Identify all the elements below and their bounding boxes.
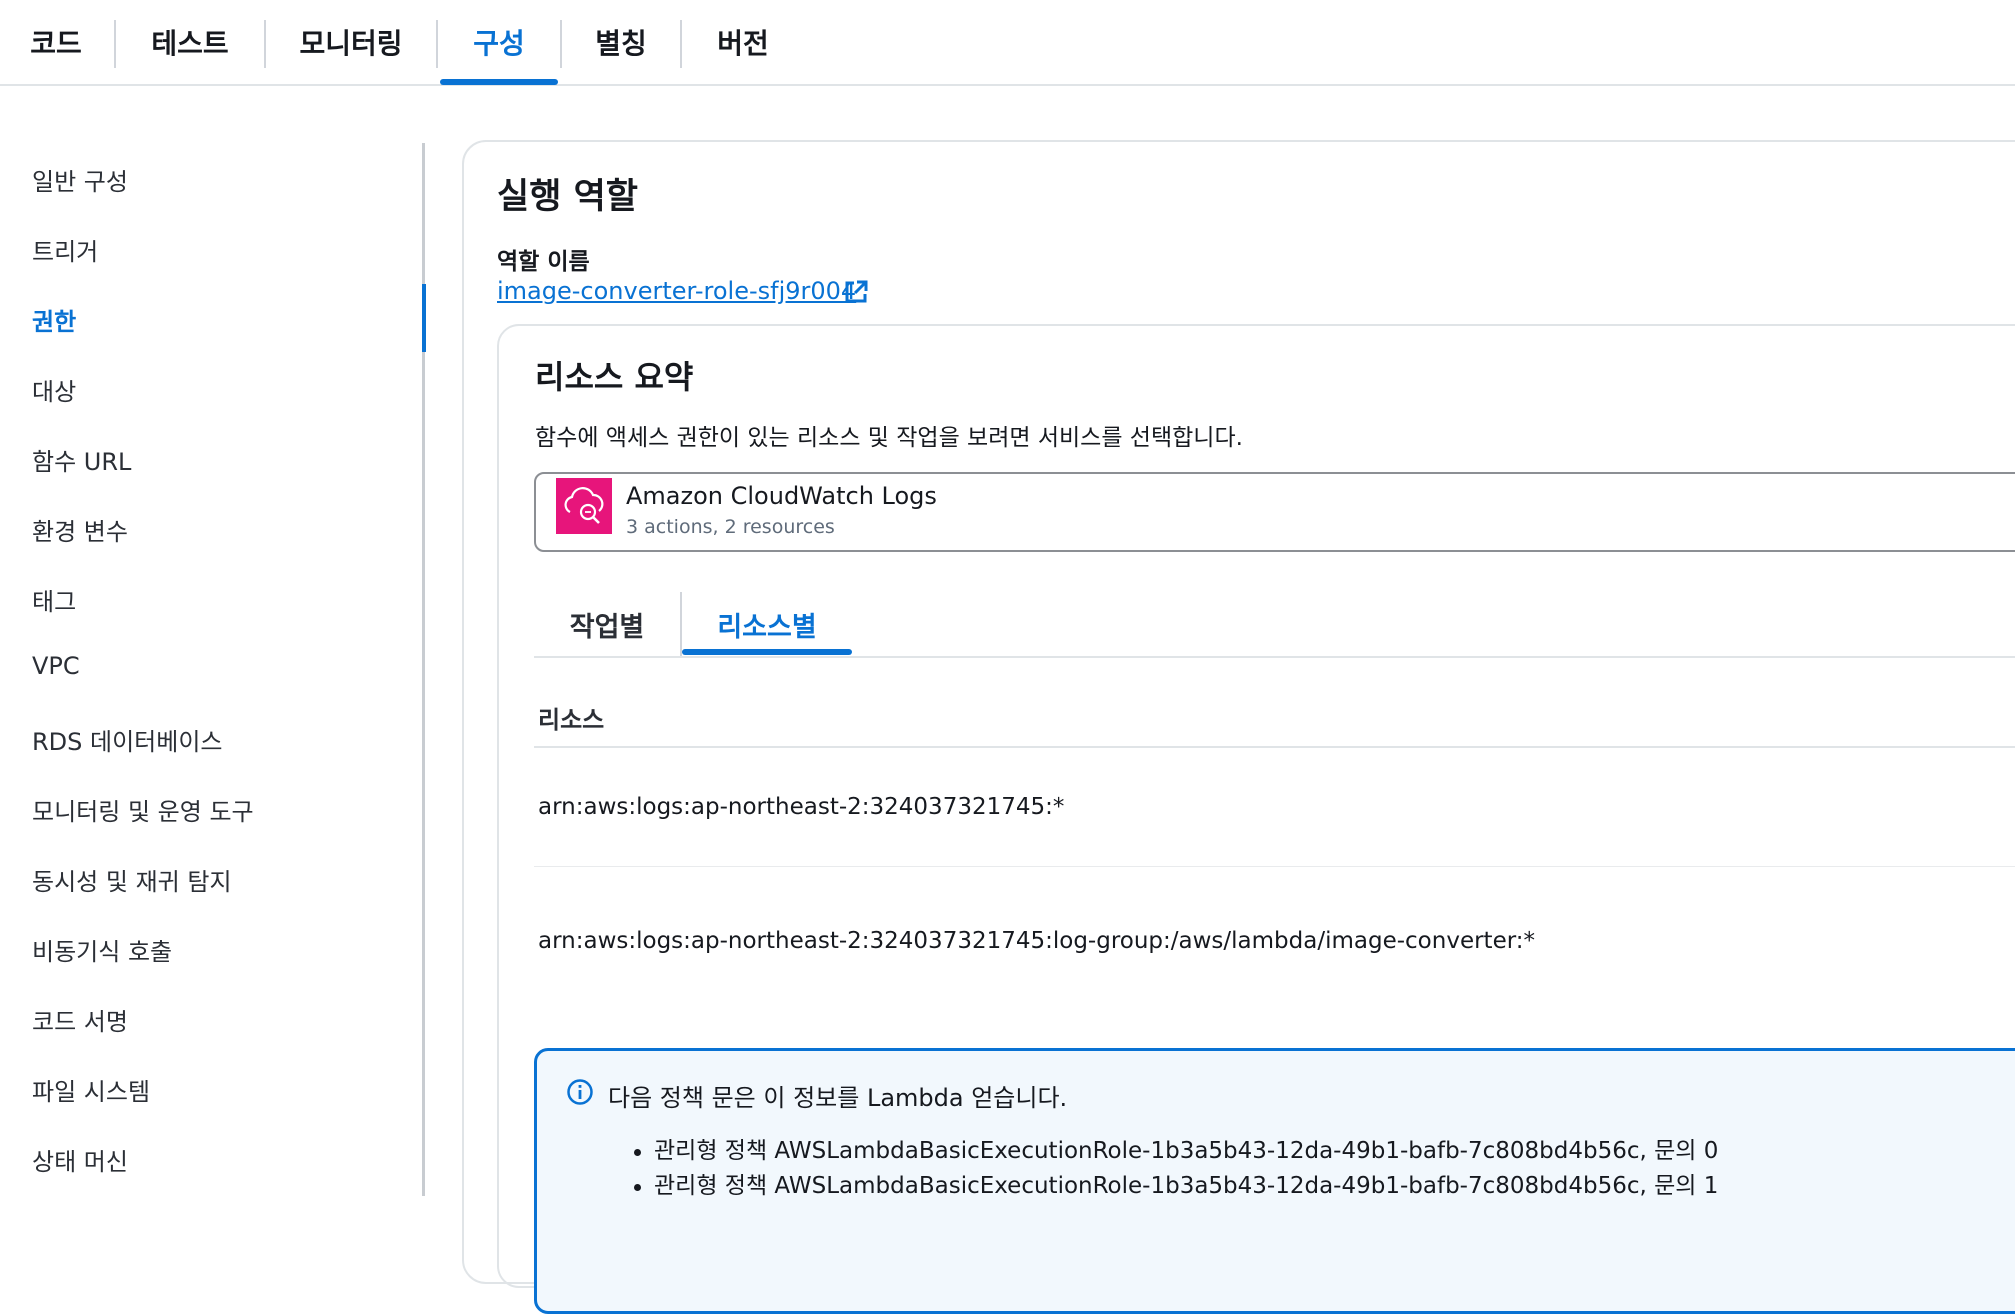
resources-column-header: 리소스 <box>538 706 605 734</box>
service-name: Amazon CloudWatch Logs <box>626 482 937 510</box>
list-item: 관리형 정책 AWSLambdaBasicExecutionRole-1b3a5… <box>633 1169 1718 1204</box>
tab-divider <box>436 20 438 68</box>
tab-aliases[interactable]: 별칭 <box>564 0 678 84</box>
sidebar-item-file-systems[interactable]: 파일 시스템 <box>32 1072 150 1107</box>
sidebar-item-monitoring-tools[interactable]: 모니터링 및 운영 도구 <box>32 792 254 827</box>
tab-versions[interactable]: 버전 <box>684 0 802 84</box>
subtab-baseline <box>534 656 2015 658</box>
sidebar-item-tags[interactable]: 태그 <box>32 582 76 617</box>
tab-configuration[interactable]: 구성 <box>440 0 558 85</box>
tab-divider <box>560 20 562 68</box>
table-row: arn:aws:logs:ap-northeast-2:324037321745… <box>538 794 1065 820</box>
sidebar-item-environment-variables[interactable]: 환경 변수 <box>32 512 128 547</box>
sidebar-item-general-configuration[interactable]: 일반 구성 <box>32 162 128 197</box>
cloudwatch-logs-icon <box>556 478 612 534</box>
sidebar-active-indicator <box>422 284 426 352</box>
sidebar-item-rds-databases[interactable]: RDS 데이터베이스 <box>32 722 223 757</box>
tab-divider <box>264 20 266 68</box>
sidebar-item-triggers[interactable]: 트리거 <box>32 232 98 267</box>
table-row-divider <box>534 866 2015 867</box>
policy-statement-list: 관리형 정책 AWSLambdaBasicExecutionRole-1b3a5… <box>633 1134 1718 1204</box>
info-alert-title: 다음 정책 문은 이 정보를 Lambda 얻습니다. <box>608 1084 1068 1112</box>
role-name-link[interactable]: image-converter-role-sfj9r004 <box>497 277 856 305</box>
resource-summary-description: 함수에 액세스 권한이 있는 리소스 및 작업을 보려면 서비스를 선택합니다. <box>535 425 1243 451</box>
resource-summary-title: 리소스 요약 <box>535 358 694 396</box>
tab-monitoring[interactable]: 모니터링 <box>268 0 434 84</box>
tab-divider <box>114 20 116 68</box>
sidebar-item-code-signing[interactable]: 코드 서명 <box>32 1002 128 1037</box>
table-row: arn:aws:logs:ap-northeast-2:324037321745… <box>538 928 1536 954</box>
external-link-icon[interactable] <box>843 279 869 305</box>
sidebar-item-destinations[interactable]: 대상 <box>32 372 76 407</box>
tab-test[interactable]: 테스트 <box>118 0 262 84</box>
service-detail: 3 actions, 2 resources <box>626 516 835 538</box>
sidebar-item-permissions[interactable]: 권한 <box>32 302 76 337</box>
sidebar-item-vpc[interactable]: VPC <box>32 652 80 680</box>
sidebar-item-async-invocation[interactable]: 비동기식 호출 <box>32 932 172 967</box>
sidebar-item-concurrency[interactable]: 동시성 및 재귀 탐지 <box>32 862 232 897</box>
table-header-divider <box>534 746 2015 748</box>
sidebar-item-state-machines[interactable]: 상태 머신 <box>32 1142 128 1177</box>
top-tab-bar: 코드 테스트 모니터링 구성 별칭 버전 <box>0 0 2015 86</box>
tab-code[interactable]: 코드 <box>0 0 112 84</box>
info-icon <box>567 1079 593 1105</box>
role-name-label: 역할 이름 <box>497 249 590 275</box>
panel-title: 실행 역할 <box>497 177 638 217</box>
tab-by-action[interactable]: 작업별 <box>534 592 680 656</box>
sidebar-item-function-url[interactable]: 함수 URL <box>32 442 131 477</box>
tab-by-resource[interactable]: 리소스별 <box>682 592 852 656</box>
tab-divider <box>680 20 682 68</box>
active-subtab-indicator <box>682 649 852 655</box>
list-item: 관리형 정책 AWSLambdaBasicExecutionRole-1b3a5… <box>633 1134 1718 1169</box>
